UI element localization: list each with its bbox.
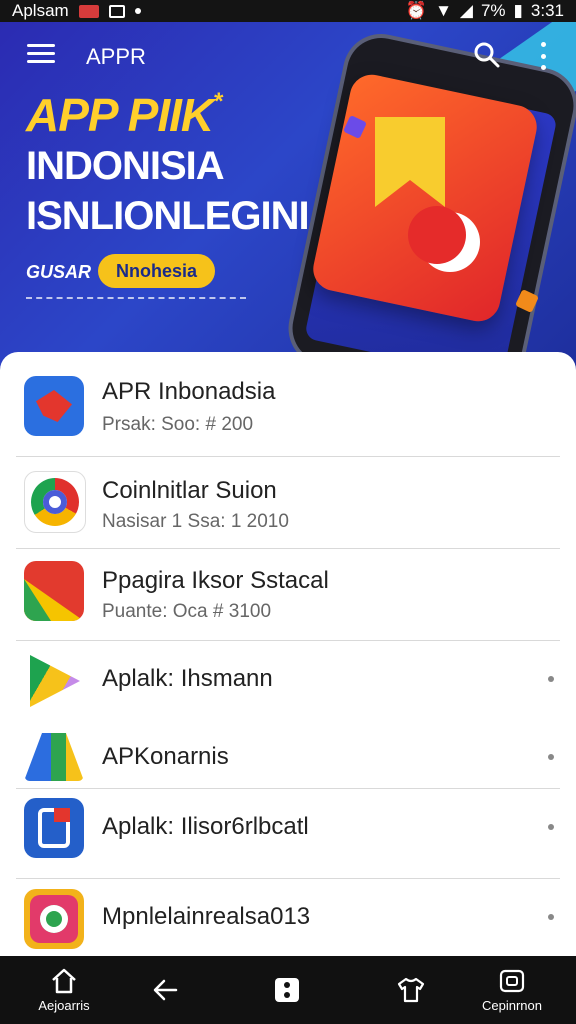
hero-banner[interactable]: APPR APP PIIK* INDONISIA ISNLIONLEGINI G… bbox=[0, 22, 576, 367]
home-icon bbox=[52, 968, 76, 993]
nav-center[interactable] bbox=[262, 956, 312, 1024]
list-item[interactable]: Aplalk: Ilisor6rlbcatl bbox=[0, 789, 576, 879]
overflow-dot-icon[interactable] bbox=[548, 754, 554, 760]
signal-icon: ◢ bbox=[459, 1, 473, 20]
banner-label: GUSAR bbox=[26, 262, 92, 282]
nav-back[interactable] bbox=[140, 956, 190, 1024]
app-icon-multicolor-ring bbox=[24, 471, 86, 533]
app-icon-yellow-camera bbox=[24, 889, 84, 949]
list-item[interactable]: Coinlnitlar Suion Nasisar 1 Ssa: 1 2010 bbox=[0, 457, 576, 549]
more-vert-icon[interactable] bbox=[536, 42, 550, 70]
nav-home-label: Aejoarris bbox=[38, 997, 90, 1013]
nav-camera[interactable]: Cepinrnon bbox=[474, 956, 550, 1024]
list-item-title: Mpnlelainrealsa013 bbox=[102, 903, 311, 930]
list-item[interactable]: APKonarnis bbox=[0, 719, 576, 789]
overflow-dot-icon[interactable] bbox=[548, 914, 554, 920]
list-item-title: Aplalk: Ihsmann bbox=[102, 665, 273, 692]
app-list-sheet: APR Inbonadsia Prsak: Soo: # 200 Coinlni… bbox=[0, 352, 576, 956]
list-item-title: Coinlnitlar Suion bbox=[102, 477, 277, 504]
top-app-bar: APPR bbox=[0, 22, 576, 86]
nav-shirt[interactable] bbox=[386, 956, 436, 1024]
app-icon-play-triangle bbox=[24, 651, 84, 711]
list-item[interactable]: Aplalk: Ihsmann bbox=[0, 641, 576, 719]
crescent-moon-icon bbox=[408, 206, 480, 272]
battery-icon: ▮ bbox=[513, 1, 523, 20]
bottom-navigation: Aejoarris Cepinrnon bbox=[0, 956, 576, 1024]
battery-level: 7% bbox=[480, 1, 506, 20]
list-item-title: Aplalk: Ilisor6rlbcatl bbox=[102, 813, 309, 840]
banner-subtitle-1: INDONISIA bbox=[26, 144, 225, 188]
alarm-icon: ⏰ bbox=[405, 1, 428, 20]
overflow-dot-icon[interactable] bbox=[548, 676, 554, 682]
app-icon-blue-doc bbox=[24, 798, 84, 858]
list-item[interactable]: Ppagira Iksor Sstacal Puante: Oca # 3100 bbox=[0, 549, 576, 641]
carrier-label: Aplsam bbox=[12, 1, 69, 20]
camera-switch-icon bbox=[499, 969, 525, 992]
notification-dot-icon bbox=[134, 8, 141, 14]
nav-camera-label: Cepinrnon bbox=[482, 997, 542, 1013]
banner-dotted-line bbox=[26, 297, 246, 303]
notification-app-icon bbox=[78, 4, 99, 18]
wifi-icon: ▼ bbox=[435, 1, 452, 20]
list-item-subtitle: Prsak: Soo: # 200 bbox=[102, 414, 254, 435]
status-bar: Aplsam ⏰ ▼ ◢ 7% ▮ 3:31 bbox=[0, 0, 576, 22]
app-name: APPR bbox=[86, 44, 146, 69]
notification-image-icon bbox=[108, 4, 125, 18]
search-icon[interactable] bbox=[474, 42, 500, 68]
app-icon-drive-triangle bbox=[24, 725, 84, 785]
list-item-title: Ppagira Iksor Sstacal bbox=[102, 567, 329, 594]
list-item-title: APKonarnis bbox=[102, 743, 229, 770]
dice-icon bbox=[275, 978, 299, 1002]
list-item[interactable]: APR Inbonadsia Prsak: Soo: # 200 bbox=[0, 352, 576, 457]
banner-cta-button[interactable]: Nnohesia bbox=[98, 254, 216, 288]
list-item-subtitle: Puante: Oca # 3100 bbox=[102, 601, 272, 622]
banner-subtitle-2: ISNLIONLEGINI bbox=[26, 194, 310, 238]
list-item-subtitle: Nasisar 1 Ssa: 1 2010 bbox=[102, 511, 289, 532]
nav-home[interactable]: Aejoarris bbox=[28, 956, 100, 1024]
app-icon-red-blue bbox=[24, 376, 84, 436]
overflow-dot-icon[interactable] bbox=[548, 824, 554, 830]
back-arrow-icon bbox=[153, 979, 178, 1001]
clock: 3:31 bbox=[530, 1, 564, 20]
app-icon-red-check bbox=[24, 561, 84, 621]
hamburger-menu-icon[interactable] bbox=[27, 44, 55, 64]
banner-title-mark: * bbox=[213, 88, 222, 115]
list-item[interactable]: Mpnlelainrealsa013 bbox=[0, 879, 576, 956]
list-item-title: APR Inbonadsia bbox=[102, 378, 276, 405]
banner-title: APP PIIK* bbox=[26, 88, 223, 142]
shirt-icon bbox=[397, 977, 425, 1003]
banner-title-text: APP PIIK bbox=[26, 89, 214, 141]
